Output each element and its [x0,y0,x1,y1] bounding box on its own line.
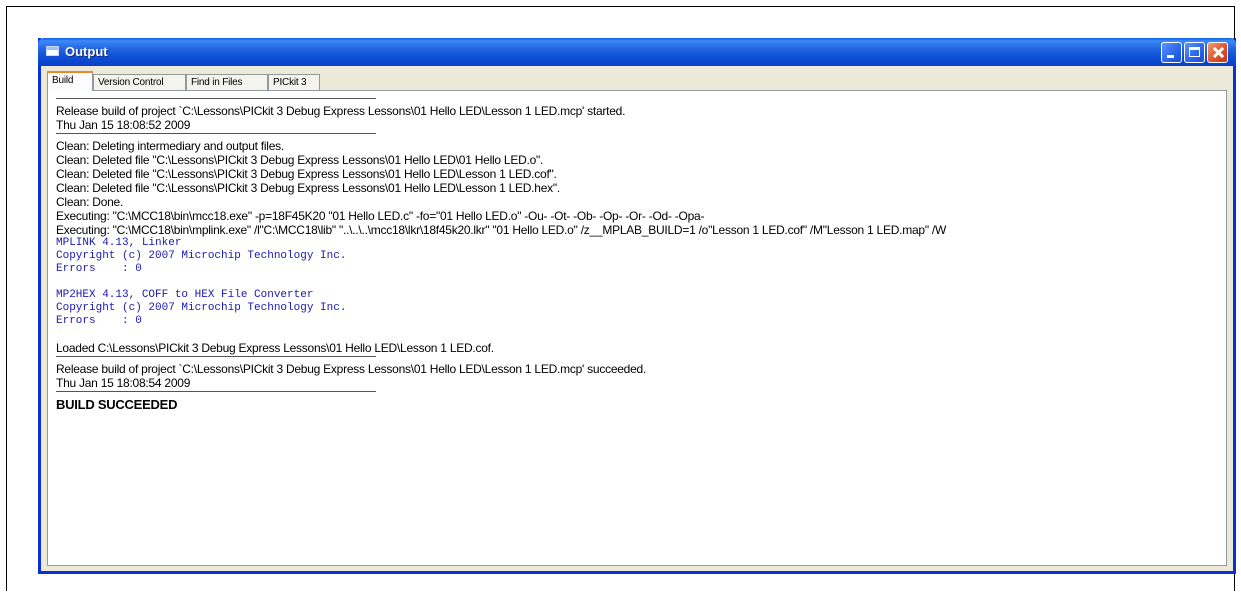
tab-pickit-3[interactable]: PICkit 3 [268,74,320,90]
build-result: BUILD SUCCEEDED [56,397,178,412]
tab-version-control[interactable]: Version Control [93,74,186,90]
loaded-line: Loaded C:\Lessons\PICkit 3 Debug Express… [56,341,494,355]
mp2hex-line: Errors : 0 [56,315,142,327]
clean-line: Clean: Deleted file "C:\Lessons\PICkit 3… [56,181,560,195]
build-start-line: Release build of project `C:\Lessons\PIC… [56,104,626,118]
build-start-time: Thu Jan 15 18:08:52 2009 [56,118,191,132]
clean-line: Clean: Deleted file "C:\Lessons\PICkit 3… [56,153,544,167]
close-button[interactable] [1207,42,1228,63]
clean-line: Clean: Done. [56,195,124,209]
executing-line: Executing: "C:\MCC18\bin\mcc18.exe" -p=1… [56,209,705,223]
separator [56,356,376,357]
executing-line: Executing: "C:\MCC18\bin\mplink.exe" /l"… [56,223,947,237]
separator [56,98,376,99]
separator [56,133,376,134]
mplink-line: Copyright (c) 2007 Microchip Technology … [56,250,347,262]
window-icon [46,46,59,56]
clean-line: Clean: Deleted file "C:\Lessons\PICkit 3… [56,167,557,181]
clean-line: Clean: Deleting intermediary and output … [56,139,284,153]
minimize-button[interactable] [1161,42,1182,63]
output-window: Output Build Version Control Find in Fil… [38,38,1236,574]
separator [56,391,376,392]
mp2hex-line: Copyright (c) 2007 Microchip Technology … [56,302,347,314]
window-title: Output [65,44,108,59]
tab-build[interactable]: Build [47,71,93,91]
mplink-line: MPLINK 4.13, Linker [56,237,182,249]
build-end-line: Release build of project `C:\Lessons\PIC… [56,362,647,376]
mp2hex-line: MP2HEX 4.13, COFF to HEX File Converter [56,289,314,301]
build-output-panel[interactable]: Release build of project `C:\Lessons\PIC… [47,90,1227,566]
mplink-line: Errors : 0 [56,263,142,275]
title-bar[interactable]: Output [38,38,1236,66]
tab-find-in-files[interactable]: Find in Files [186,74,268,90]
build-end-time: Thu Jan 15 18:08:54 2009 [56,376,191,390]
maximize-button[interactable] [1184,42,1205,63]
build-output-text: Release build of project `C:\Lessons\PIC… [56,97,1222,561]
